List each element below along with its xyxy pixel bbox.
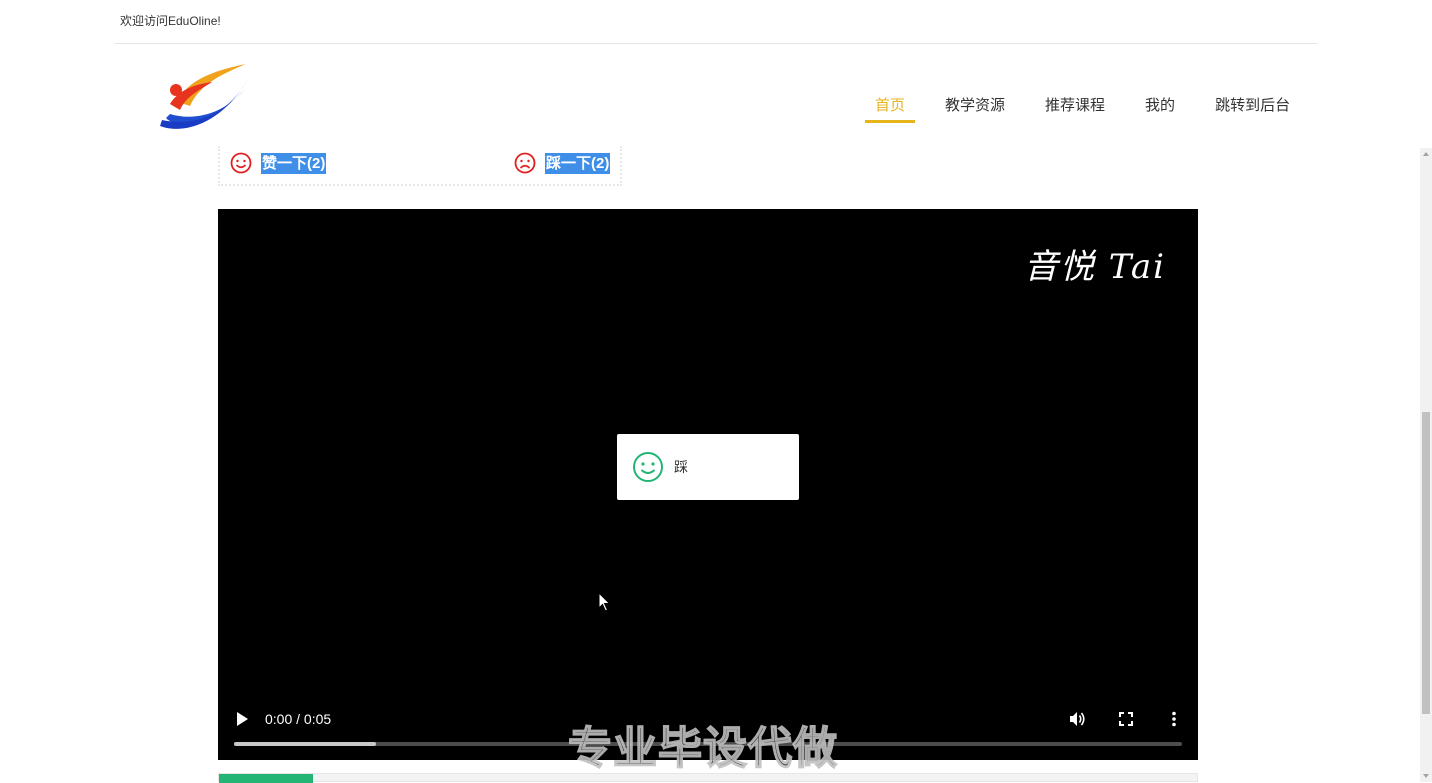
welcome-text: 欢迎访问EduOline! (120, 14, 221, 28)
smile-icon (230, 152, 252, 174)
mouse-cursor-icon (598, 592, 611, 612)
main-nav: 首页 教学资源 推荐课程 我的 跳转到后台 (860, 92, 1330, 126)
toast-popup: 踩 (617, 434, 799, 500)
like-label: 赞一下(2) (261, 152, 327, 174)
volume-icon[interactable] (1067, 709, 1087, 729)
nav-item-courses[interactable]: 推荐课程 (1045, 92, 1105, 124)
top-bar: 欢迎访问EduOline! (0, 0, 1432, 44)
scrollbar-thumb[interactable] (1422, 412, 1430, 714)
like-button[interactable]: 赞一下(2) (230, 152, 327, 174)
dislike-button[interactable]: 踩一下(2) (514, 152, 611, 174)
toast-text: 踩 (674, 459, 688, 475)
play-icon[interactable] (234, 710, 250, 728)
time-display: 0:00 / 0:05 (265, 711, 332, 727)
more-options-icon[interactable] (1164, 709, 1184, 729)
nav-item-resources[interactable]: 教学资源 (945, 92, 1005, 124)
seek-bar-fill (234, 742, 377, 746)
smiley-icon (633, 452, 663, 482)
top-divider (115, 43, 1317, 44)
vote-box: 赞一下(2) 踩一下(2) (218, 146, 622, 186)
nav-item-admin[interactable]: 跳转到后台 (1215, 92, 1290, 124)
scroll-up-icon[interactable] (1423, 152, 1429, 156)
nav-item-mine[interactable]: 我的 (1145, 92, 1175, 124)
site-logo[interactable] (156, 60, 250, 134)
nav-item-home[interactable]: 首页 (864, 92, 916, 124)
dislike-label: 踩一下(2) (545, 152, 611, 174)
bottom-tab-bar (218, 773, 1198, 783)
video-player[interactable]: 音悦 Tai 踩 0:00 / 0:05 (218, 209, 1198, 760)
video-watermark: 音悦 Tai (1024, 247, 1166, 287)
fullscreen-icon[interactable] (1116, 709, 1136, 729)
scroll-down-icon[interactable] (1423, 774, 1429, 778)
frown-icon (514, 152, 536, 174)
page-scrollbar[interactable] (1420, 148, 1432, 782)
overlay-watermark: 专业毕设代做 (567, 723, 838, 774)
